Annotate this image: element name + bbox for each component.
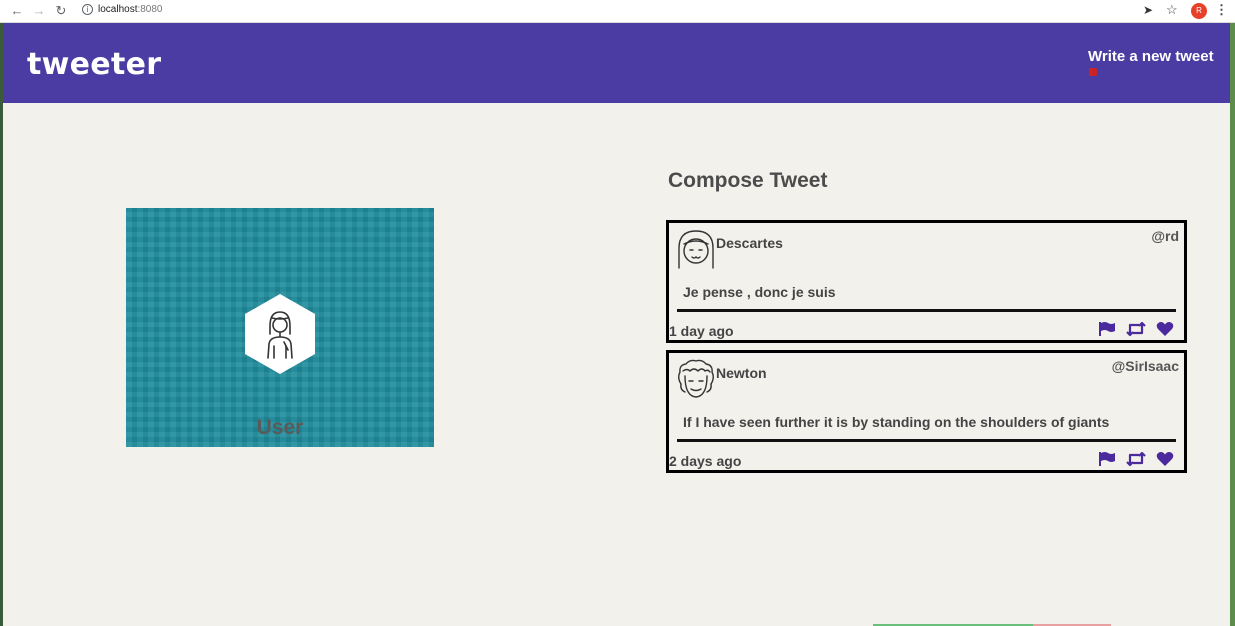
tweet-author-handle: @rd (1151, 228, 1179, 244)
heart-icon[interactable] (1156, 321, 1174, 337)
tweet-author-name: Descartes (716, 235, 783, 251)
app-header: tweeter Write a new tweet (3, 23, 1230, 103)
tweet-actions (1098, 321, 1174, 337)
tweet-card: Descartes @rd Je pense , donc je suis 1 … (666, 220, 1187, 343)
avatar-icon (678, 359, 714, 398)
tweet-timestamp: 1 day ago (669, 323, 734, 339)
send-icon[interactable]: ➤ (1143, 3, 1153, 17)
app-page: tweeter Write a new tweet User Compose T… (3, 23, 1230, 626)
retweet-icon[interactable] (1126, 451, 1146, 467)
bookmark-star-icon[interactable]: ☆ (1166, 2, 1178, 18)
retweet-icon[interactable] (1126, 321, 1146, 337)
avatar-icon (678, 230, 714, 269)
compose-tweet-heading[interactable]: Compose Tweet (668, 169, 827, 193)
site-info-icon[interactable]: i (82, 4, 93, 15)
back-arrow-icon[interactable]: ← (8, 2, 26, 20)
tweet-author-handle: @SirIsaac (1111, 358, 1179, 374)
tweet-divider (677, 309, 1176, 312)
kebab-menu-icon[interactable]: ⋮ (1215, 2, 1228, 18)
write-new-tweet-link[interactable]: Write a new tweet (1088, 48, 1214, 65)
browser-toolbar: ← → ↻ i localhost:8080 ➤ ☆ R ⋮ (0, 0, 1235, 23)
tweet-text: Je pense , donc je suis (683, 284, 836, 300)
compose-toggle-marker (1089, 68, 1097, 76)
tweet-timestamp: 2 days ago (669, 453, 742, 469)
user-avatar (245, 294, 315, 374)
window-edge (1230, 23, 1235, 626)
brand-logo[interactable]: tweeter (27, 47, 161, 82)
address-bar[interactable]: localhost:8080 (98, 4, 163, 15)
tweet-text: If I have seen further it is by standing… (683, 414, 1110, 430)
reload-icon[interactable]: ↻ (52, 2, 70, 20)
tweet-card: Newton @SirIsaac If I have seen further … (666, 350, 1187, 473)
url-host: localhost (98, 4, 138, 15)
flag-icon[interactable] (1098, 321, 1116, 337)
heart-icon[interactable] (1156, 451, 1174, 467)
flag-icon[interactable] (1098, 451, 1116, 467)
user-profile-card: User (126, 208, 434, 447)
tweet-actions (1098, 451, 1174, 467)
url-port: :8080 (137, 4, 163, 15)
user-name-label: User (256, 416, 304, 439)
user-figure-icon (267, 311, 293, 359)
tweet-author-name: Newton (716, 365, 767, 381)
forward-arrow-icon[interactable]: → (30, 2, 48, 20)
profile-avatar[interactable]: R (1191, 3, 1207, 19)
tweet-divider (677, 439, 1176, 442)
